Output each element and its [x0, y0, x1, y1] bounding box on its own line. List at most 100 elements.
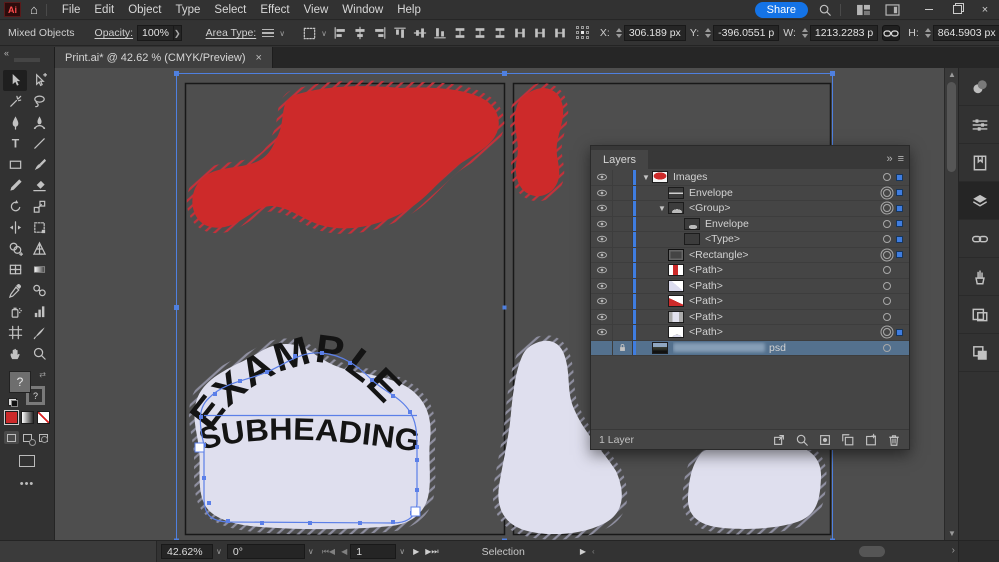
menu-file[interactable]: File [55, 4, 88, 16]
w-stepper[interactable] [801, 26, 808, 40]
pathfinder-panel-icon[interactable] [959, 334, 999, 372]
layers-panel-icon[interactable] [959, 182, 999, 220]
opacity-label[interactable]: Opacity: [95, 27, 134, 39]
column-graph-tool[interactable] [27, 301, 51, 322]
none-swatch-button[interactable] [36, 411, 50, 424]
lock-icon[interactable] [613, 340, 633, 355]
menu-object[interactable]: Object [121, 4, 168, 16]
layer-row[interactable]: <Path> [591, 278, 909, 294]
app-logo-icon[interactable]: Ai [4, 2, 21, 17]
type-tool[interactable] [3, 133, 27, 154]
mesh-tool[interactable] [3, 259, 27, 280]
scroll-down-icon[interactable]: ▼ [945, 529, 959, 538]
lock-cell[interactable] [613, 201, 633, 216]
layer-label[interactable]: Envelope [689, 187, 878, 199]
opacity-dropdown[interactable]: ❯ [173, 25, 182, 41]
layer-thumbnail[interactable] [668, 326, 684, 339]
x-stepper[interactable] [615, 26, 622, 40]
artboard-number-field[interactable]: 1 [350, 544, 397, 559]
h-stepper[interactable] [924, 26, 931, 40]
fill-proxy[interactable]: ? [9, 371, 31, 393]
delete-layer-icon[interactable] [887, 433, 901, 447]
layer-label[interactable]: Images [673, 171, 878, 183]
reference-point-locator[interactable] [575, 26, 590, 40]
selected-anchor-handle[interactable] [194, 442, 205, 453]
brushes-panel-icon[interactable] [959, 258, 999, 296]
layer-thumbnail[interactable] [668, 248, 684, 261]
layer-thumbnail[interactable] [652, 341, 668, 354]
menu-window[interactable]: Window [335, 4, 390, 16]
vertical-scroll-thumb[interactable] [947, 82, 956, 172]
horizontal-scrollbar[interactable]: › [612, 541, 958, 562]
distribute-right-icon[interactable] [551, 25, 568, 42]
lock-cell[interactable] [613, 232, 633, 247]
y-stepper[interactable] [705, 26, 712, 40]
align-right-icon[interactable] [371, 25, 388, 42]
new-sublayer-icon[interactable] [841, 433, 855, 447]
target-circle[interactable] [883, 312, 891, 321]
status-readout[interactable]: Selection [482, 546, 525, 558]
layer-label[interactable]: <Path> [689, 326, 878, 338]
share-button[interactable]: Share [754, 1, 808, 18]
curvature-tool[interactable] [27, 112, 51, 133]
selected-anchor-handle[interactable] [410, 506, 421, 517]
lock-cell[interactable] [613, 247, 633, 262]
visibility-eye-icon[interactable] [591, 309, 613, 324]
layer-thumbnail[interactable] [668, 310, 684, 323]
expand-chevron-icon[interactable]: ▼ [640, 173, 652, 182]
target-circle[interactable] [883, 173, 891, 182]
swap-fill-stroke-icon[interactable]: ⇄ [39, 370, 46, 379]
layer-label[interactable]: <Path> [689, 280, 878, 292]
layer-row[interactable]: ▼ <Group> [591, 201, 909, 217]
distribute-bottom-icon[interactable] [491, 25, 508, 42]
collect-for-export-icon[interactable] [772, 433, 786, 447]
expand-chevron-icon[interactable]: ▼ [656, 204, 668, 213]
lasso-tool[interactable] [27, 91, 51, 112]
scroll-left-icon[interactable]: ‹ [592, 547, 595, 556]
menu-view[interactable]: View [297, 4, 336, 16]
change-screen-mode-icon[interactable] [19, 455, 35, 467]
draw-inside-mode-icon[interactable] [36, 431, 51, 444]
layer-thumbnail[interactable] [652, 171, 668, 184]
target-circle[interactable] [883, 188, 891, 197]
layer-thumbnail[interactable] [668, 279, 684, 292]
blend-tool[interactable] [27, 280, 51, 301]
scroll-up-icon[interactable]: ▲ [945, 70, 959, 79]
artboards-panel-icon[interactable] [959, 296, 999, 334]
edit-toolbar-icon[interactable]: ••• [0, 478, 54, 490]
draw-normal-mode-icon[interactable] [3, 431, 19, 444]
color-swatch-button[interactable] [3, 410, 19, 425]
eyedropper-tool[interactable] [3, 280, 27, 301]
vertical-scrollbar[interactable]: ▲ ▼ [944, 68, 958, 540]
layer-row[interactable]: <Path> [591, 294, 909, 310]
red-blob-small[interactable] [509, 83, 569, 202]
layer-thumbnail[interactable] [668, 264, 684, 277]
line-segment-tool[interactable] [27, 133, 51, 154]
fill-stroke-indicator[interactable]: ? ? ⇄ [8, 370, 46, 407]
lock-cell[interactable] [613, 278, 633, 293]
layer-row[interactable]: Envelope [591, 185, 909, 201]
next-artboard-icon[interactable]: ▶ [413, 547, 419, 556]
align-vertical-center-icon[interactable] [411, 25, 428, 42]
artboard-tool[interactable] [3, 322, 27, 343]
perspective-grid-tool[interactable] [27, 238, 51, 259]
hand-tool[interactable] [3, 343, 27, 364]
h-value-field[interactable]: 864.5903 px [932, 25, 999, 41]
w-value-field[interactable]: 1213.2283 p [809, 25, 879, 41]
menu-effect[interactable]: Effect [253, 4, 296, 16]
dock-panels-icon[interactable] [885, 3, 900, 16]
transform-reference-icon[interactable] [302, 25, 317, 42]
align-top-icon[interactable] [391, 25, 408, 42]
default-fill-stroke-icon[interactable] [8, 398, 18, 407]
align-left-icon[interactable] [331, 25, 348, 42]
width-tool[interactable] [3, 217, 27, 238]
target-circle[interactable] [883, 281, 891, 290]
visibility-eye-icon[interactable] [591, 185, 613, 200]
layer-thumbnail[interactable] [668, 186, 684, 199]
visibility-eye-icon[interactable] [591, 340, 613, 355]
selection-tool[interactable] [3, 70, 27, 91]
scroll-right-icon[interactable]: › [952, 545, 955, 556]
target-circle[interactable] [883, 204, 891, 213]
heading-shape[interactable]: EXAMPLE SUBHEADING [182, 327, 437, 535]
magic-wand-tool[interactable] [3, 91, 27, 112]
